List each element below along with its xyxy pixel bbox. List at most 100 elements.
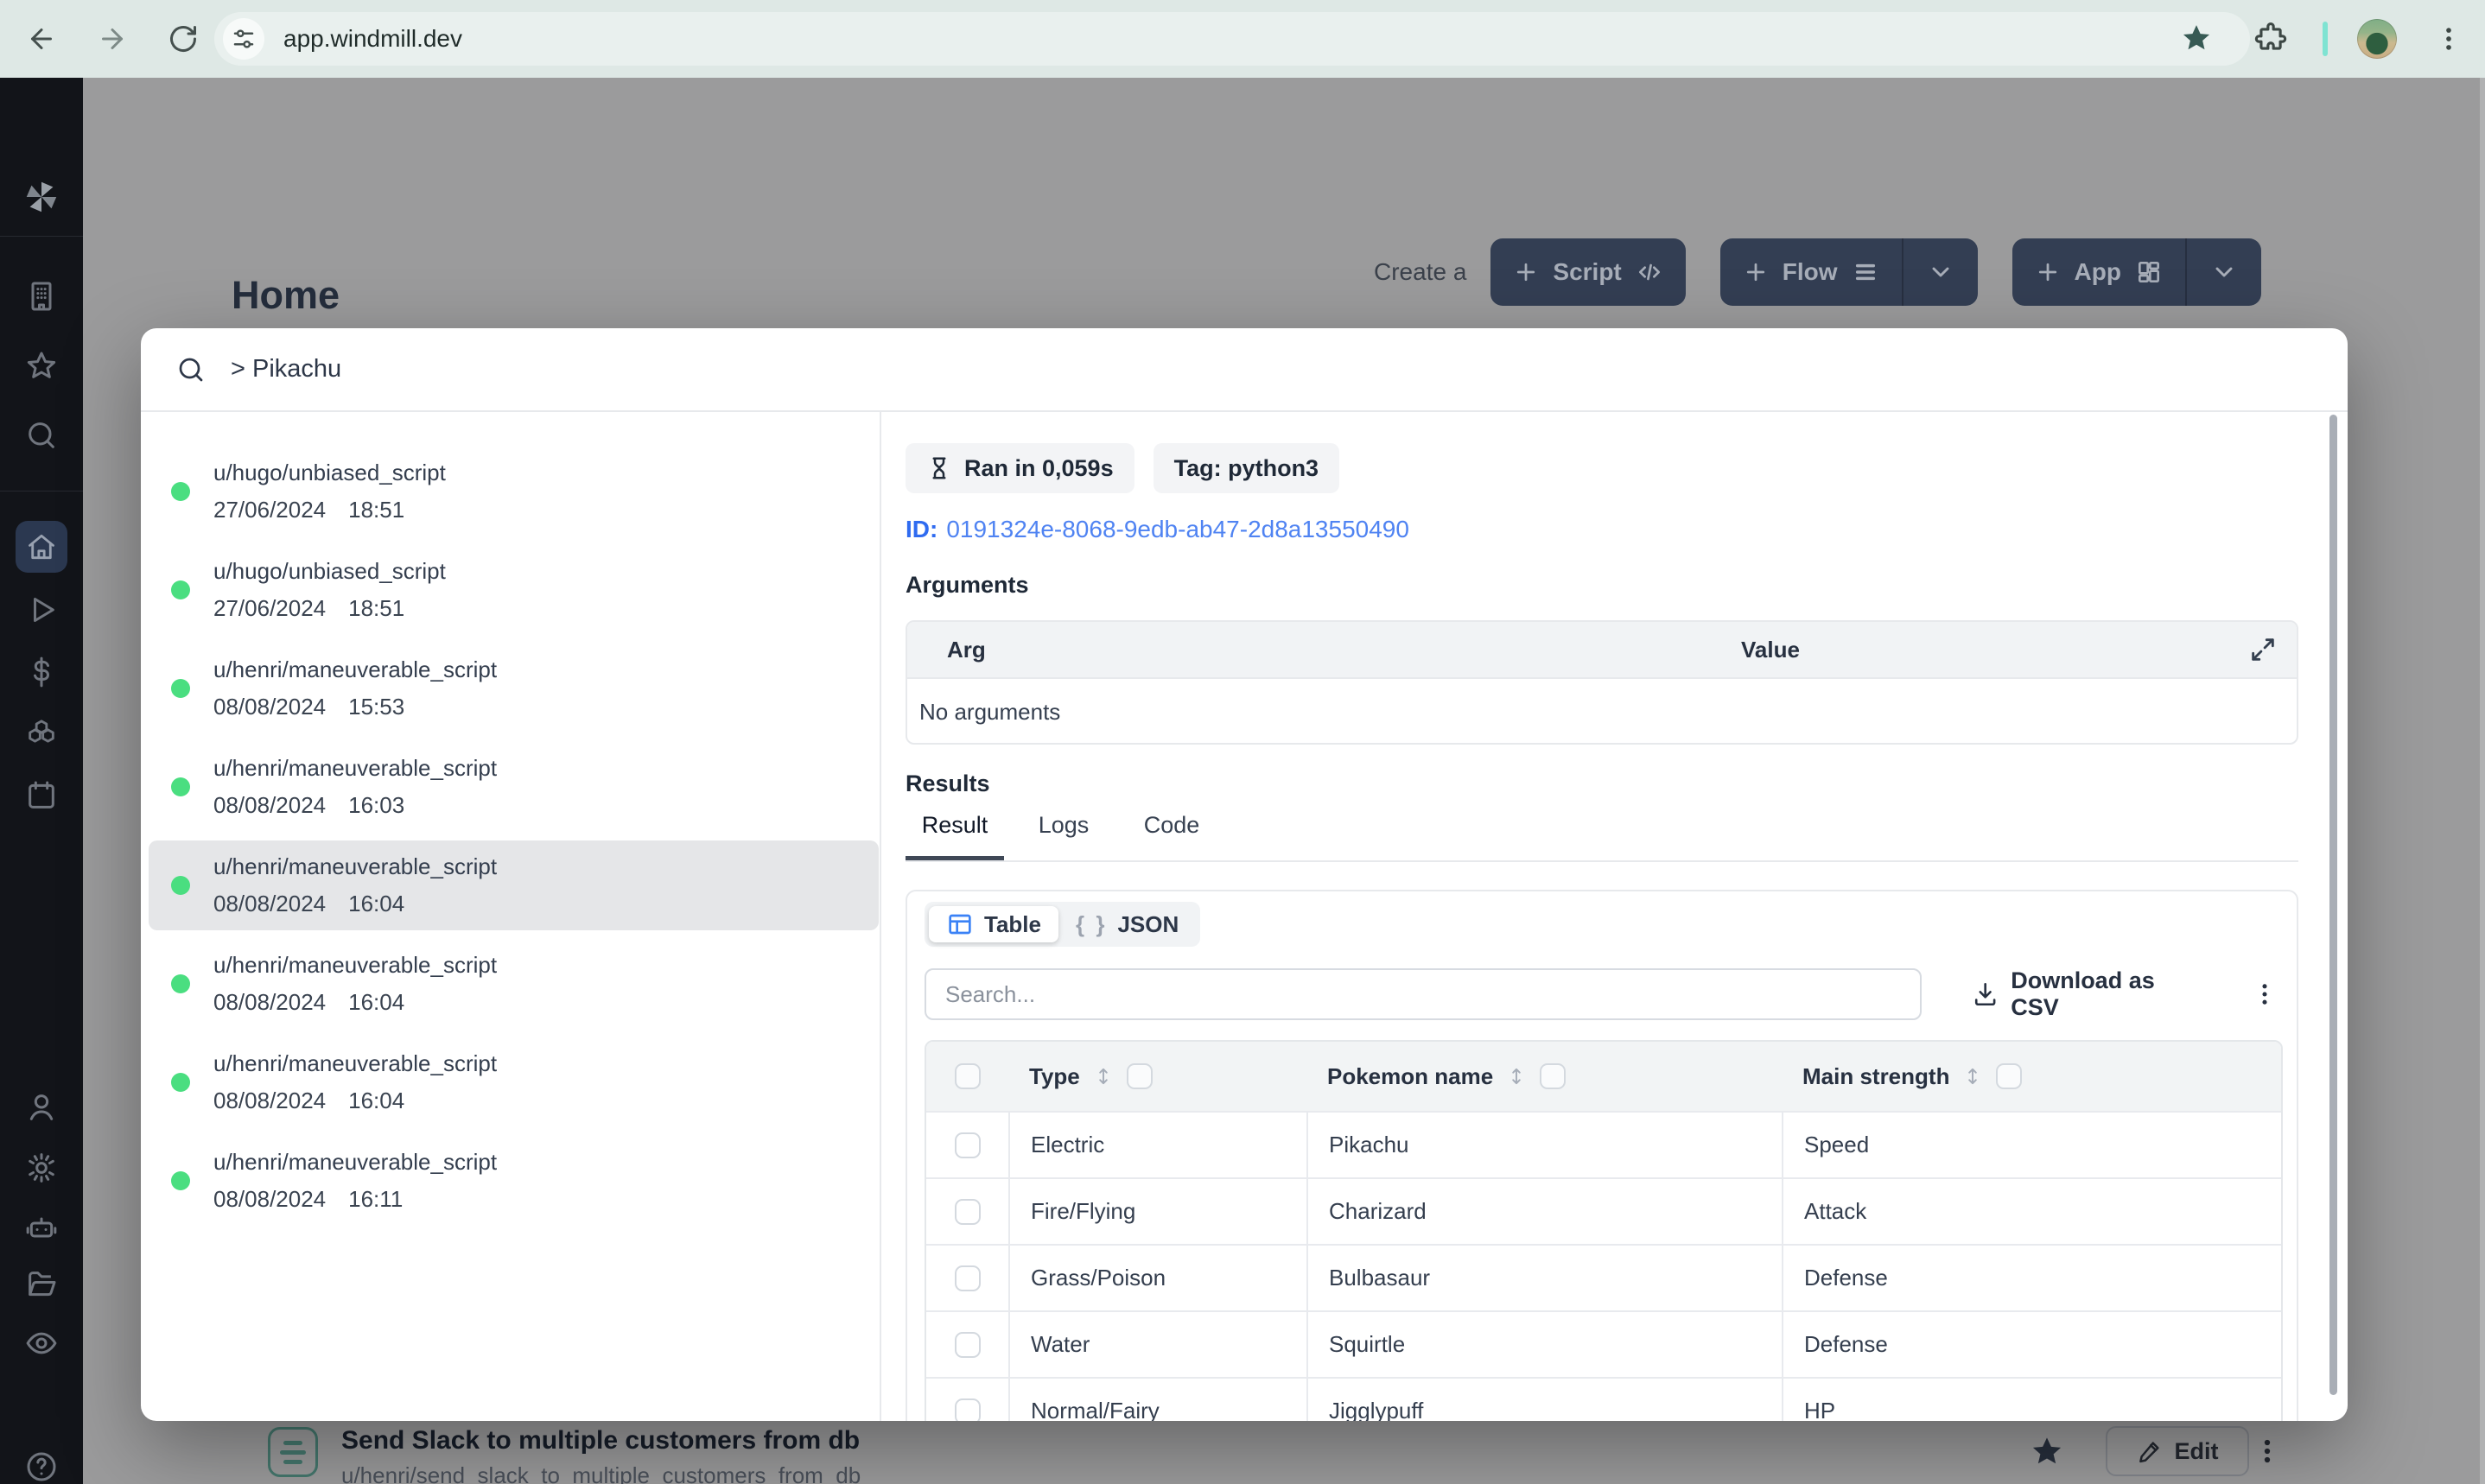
modal-search-input[interactable] <box>229 354 2220 384</box>
column-type-filter-checkbox[interactable] <box>1126 1063 1153 1089</box>
folder-open-icon <box>29 1272 56 1297</box>
arg-column-header: Arg <box>947 636 986 663</box>
building-icon <box>31 282 52 311</box>
run-list-item[interactable]: u/henri/maneuverable_script 08/08/2024 15… <box>149 644 879 733</box>
sidebar-item-resources[interactable] <box>0 716 83 751</box>
run-list-item[interactable]: u/henri/maneuverable_script 08/08/2024 16… <box>149 1037 879 1127</box>
table-row[interactable]: Fire/Flying Charizard Attack <box>926 1177 2281 1244</box>
sidebar-item-favorites[interactable] <box>0 349 83 384</box>
browser-reload-button[interactable] <box>161 16 206 61</box>
sidebar-item-search[interactable] <box>0 418 83 453</box>
avatar[interactable] <box>2357 19 2397 59</box>
run-path: u/henri/maneuverable_script <box>213 1050 498 1076</box>
toggle-table[interactable]: Table <box>929 906 1058 942</box>
run-path: u/henri/maneuverable_script <box>213 656 498 682</box>
sidebar-item-settings[interactable] <box>0 1151 83 1185</box>
success-status-dot <box>171 1073 190 1092</box>
results-container: Table { } JSON Download as CSV <box>906 890 2298 1421</box>
table-row[interactable]: Normal/Fairy Jigglypuff HP <box>926 1377 2281 1421</box>
extensions-puzzle-icon[interactable] <box>2248 16 2293 61</box>
run-list-item[interactable]: u/henri/maneuverable_script 08/08/2024 16… <box>149 742 879 832</box>
select-all-checkbox[interactable] <box>954 1063 981 1089</box>
sidebar-item-user[interactable] <box>0 1090 83 1125</box>
value-column-header: Value <box>1741 636 1800 663</box>
results-menu-kebab-icon[interactable] <box>2250 980 2279 1009</box>
page-scrollbar[interactable] <box>2480 78 2485 1484</box>
expand-icon[interactable] <box>2248 635 2278 664</box>
browser-menu-kebab-icon[interactable] <box>2426 16 2471 61</box>
browser-back-button[interactable] <box>19 16 64 61</box>
sort-icon[interactable] <box>1092 1065 1115 1088</box>
sidebar-item-audit[interactable] <box>0 1326 83 1360</box>
run-date: 08/08/2024 <box>213 792 327 818</box>
flow-dropdown-toggle[interactable] <box>1901 238 1978 306</box>
sidebar-item-home[interactable] <box>16 521 67 573</box>
sidebar-item-workspace[interactable] <box>0 279 83 314</box>
create-flow-button[interactable]: Flow <box>1719 238 1978 306</box>
run-list-item[interactable]: u/henri/maneuverable_script 08/08/2024 16… <box>149 1136 879 1226</box>
column-type-label: Type <box>1029 1062 1080 1089</box>
row-checkbox[interactable] <box>954 1398 981 1421</box>
run-list-item[interactable]: u/henri/maneuverable_script 08/08/2024 16… <box>149 939 879 1029</box>
sidebar-item-workers[interactable] <box>0 1210 83 1245</box>
run-results-list: u/hugo/unbiased_script 27/06/2024 18:51 u… <box>141 412 881 1421</box>
table-row[interactable]: Water Squirtle Defense <box>926 1310 2281 1377</box>
table-row[interactable]: Electric Pikachu Speed <box>926 1111 2281 1177</box>
modal-scrollbar[interactable] <box>2329 415 2337 1395</box>
toggle-json[interactable]: { } JSON <box>1058 906 1196 942</box>
create-flow-label: Flow <box>1782 258 1838 285</box>
create-script-button[interactable]: Script <box>1490 238 1686 306</box>
windmill-logo[interactable] <box>0 177 83 217</box>
toggle-json-label: JSON <box>1117 910 1179 937</box>
download-csv-label: Download as CSV <box>2011 967 2155 1020</box>
column-name-filter-checkbox[interactable] <box>1540 1063 1567 1089</box>
tab-code[interactable]: Code <box>1130 812 1213 860</box>
menu-lines-icon <box>1855 263 1875 281</box>
run-date: 08/08/2024 <box>213 1186 327 1212</box>
row-checkbox[interactable] <box>954 1132 981 1158</box>
run-id-link[interactable]: 0191324e-8068-9edb-ab47-2d8a13550490 <box>946 516 1409 542</box>
run-list-item[interactable]: u/hugo/unbiased_script 27/06/2024 18:51 <box>149 545 879 635</box>
gear-icon <box>29 1153 54 1183</box>
flow-list-row[interactable]: Send Slack to multiple customers from db… <box>0 1421 2485 1484</box>
cell-type: Fire/Flying <box>1008 1179 1306 1244</box>
sort-icon[interactable] <box>1961 1065 1984 1088</box>
edit-button[interactable]: Edit <box>2106 1426 2249 1476</box>
bookmark-star-icon[interactable] <box>2174 16 2219 61</box>
cell-strength: Speed <box>1782 1113 2281 1177</box>
sidebar-item-schedules[interactable] <box>0 778 83 813</box>
sort-icon[interactable] <box>1505 1065 1528 1088</box>
run-date: 08/08/2024 <box>213 1088 327 1113</box>
row-checkbox[interactable] <box>954 1198 981 1225</box>
url-bar[interactable]: app.windmill.dev <box>214 12 2250 66</box>
sidebar-item-folders[interactable] <box>0 1267 83 1302</box>
browser-forward-button[interactable] <box>90 16 135 61</box>
column-strength-filter-checkbox[interactable] <box>1996 1063 2023 1089</box>
url-text: app.windmill.dev <box>283 25 462 52</box>
star-icon <box>27 352 56 378</box>
sidebar-item-variables[interactable] <box>0 655 83 689</box>
site-settings-icon[interactable] <box>223 18 264 60</box>
run-list-item[interactable]: u/hugo/unbiased_script 27/06/2024 18:51 <box>149 447 879 536</box>
results-search-input[interactable] <box>925 968 1922 1020</box>
download-csv-button[interactable]: Download as CSV <box>1972 967 2205 1021</box>
favorite-star-icon[interactable] <box>2029 1434 2065 1470</box>
run-time: 16:11 <box>348 1186 404 1212</box>
create-app-label: App <box>2074 258 2121 285</box>
boxes-icon <box>29 720 54 743</box>
tab-result[interactable]: Result <box>906 812 1004 860</box>
results-tabs: Result Logs Code <box>906 812 2298 862</box>
run-list-item-selected[interactable]: u/henri/maneuverable_script 08/08/2024 16… <box>149 840 879 930</box>
row-checkbox[interactable] <box>954 1265 981 1291</box>
create-app-button[interactable]: App <box>2012 238 2261 306</box>
tab-logs[interactable]: Logs <box>1025 812 1103 860</box>
app-dropdown-toggle[interactable] <box>2184 238 2261 306</box>
duration-badge: Ran in 0,059s <box>906 443 1134 493</box>
tab-code-label: Code <box>1143 812 1200 838</box>
flow-menu-kebab-icon[interactable] <box>2250 1434 2285 1468</box>
row-checkbox[interactable] <box>954 1331 981 1358</box>
sidebar-item-help[interactable] <box>0 1449 83 1484</box>
sidebar-item-runs[interactable] <box>0 593 83 627</box>
table-row[interactable]: Grass/Poison Bulbasaur Defense <box>926 1244 2281 1310</box>
run-time: 18:51 <box>348 497 405 523</box>
